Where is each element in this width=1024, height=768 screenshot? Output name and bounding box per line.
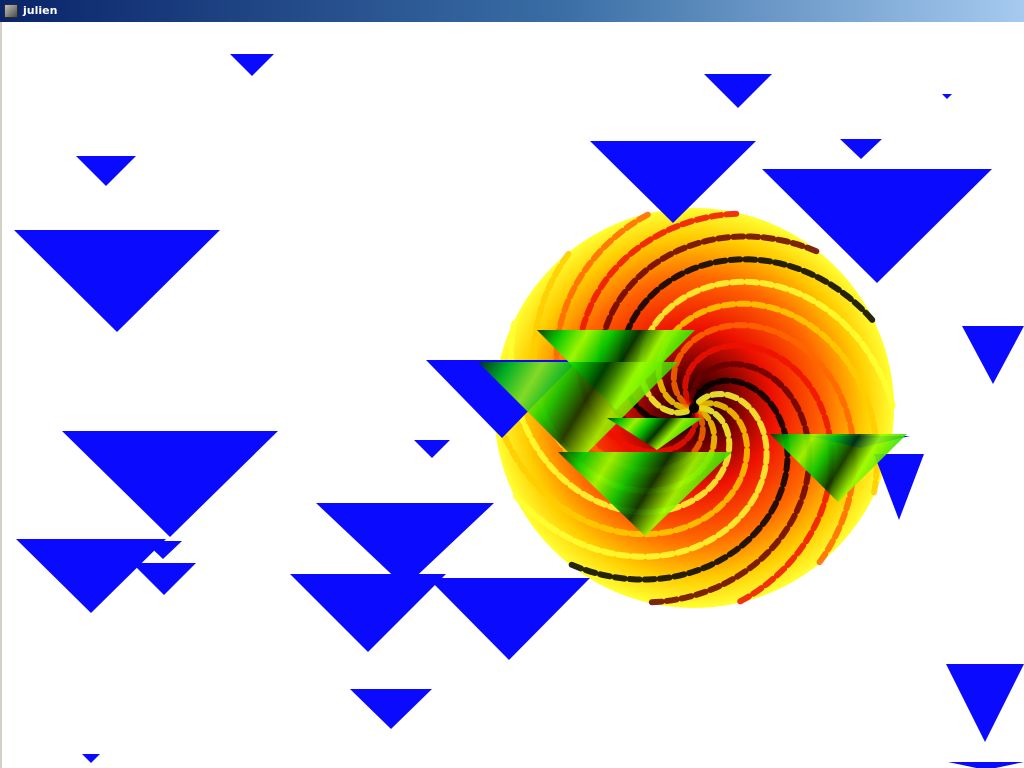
blue-triangle xyxy=(132,563,196,595)
blue-triangle xyxy=(590,141,756,223)
app-window: julien xyxy=(0,0,1024,768)
blue-triangle xyxy=(414,440,450,458)
blue-triangle xyxy=(948,762,1024,768)
blue-triangle xyxy=(704,74,772,108)
blue-triangle xyxy=(290,574,446,652)
app-window-icon[interactable] xyxy=(4,4,18,18)
blue-triangle xyxy=(946,664,1024,742)
blue-triangle xyxy=(350,689,432,729)
title-bar[interactable]: julien xyxy=(0,0,1024,22)
scene-svg xyxy=(14,54,1024,768)
blue-triangle xyxy=(76,156,136,186)
blue-triangle xyxy=(62,431,278,537)
blue-triangle xyxy=(14,230,220,332)
window-title: julien xyxy=(23,4,58,17)
blue-triangle xyxy=(230,54,274,76)
blue-triangle xyxy=(874,454,924,520)
render-canvas[interactable] xyxy=(2,22,1024,768)
blue-triangle xyxy=(942,94,952,99)
blue-triangle xyxy=(428,578,590,660)
blue-triangle xyxy=(82,754,100,763)
blue-triangle xyxy=(840,139,882,159)
blue-triangle xyxy=(16,539,166,613)
blue-triangle xyxy=(962,326,1024,384)
